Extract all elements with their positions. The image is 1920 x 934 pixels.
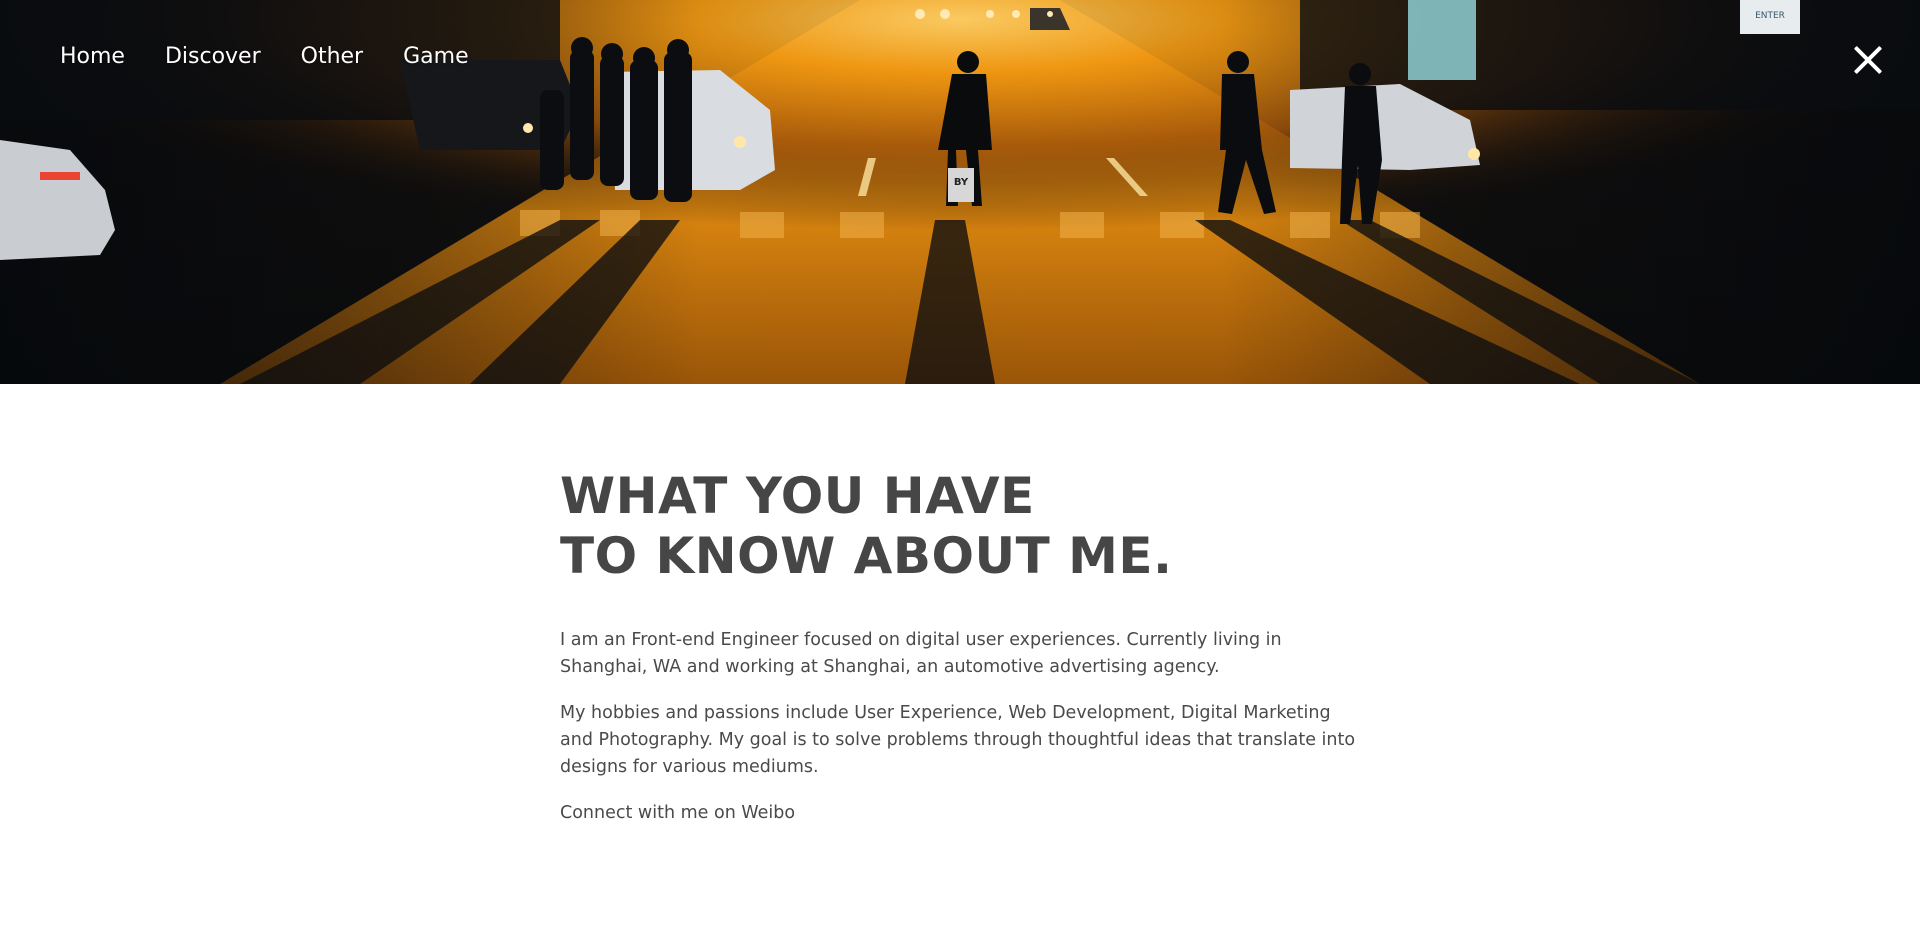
nav-other[interactable]: Other [301,46,363,68]
nav-home[interactable]: Home [60,46,125,68]
hero-banner: BY ENTER Home Discover Other Game [0,0,1920,384]
main-nav: Home Discover Other Game [60,46,509,68]
svg-text:BY: BY [954,177,969,188]
close-icon[interactable] [1852,44,1884,76]
hero-enter-sign: ENTER [1740,0,1800,34]
about-paragraph-1: I am an Front-end Engineer focused on di… [560,630,1282,677]
hero-bag: BY [948,168,974,202]
nav-game[interactable]: Game [403,46,469,68]
page-title-line-1: WHAT YOU HAVE [560,467,1035,525]
svg-text:ENTER: ENTER [1755,11,1785,21]
weibo-link[interactable]: Connect with me on Weibo [560,803,795,823]
page-title-line-2: TO KNOW ABOUT ME. [560,527,1173,585]
about-section: WHAT YOU HAVE TO KNOW ABOUT ME. I am an … [560,466,1360,827]
about-paragraph-2: My hobbies and passions include User Exp… [560,703,1356,777]
nav-discover[interactable]: Discover [165,46,261,68]
connect-line: Connect with me on Weibo [560,800,1360,827]
page-title: WHAT YOU HAVE TO KNOW ABOUT ME. [560,466,1360,586]
